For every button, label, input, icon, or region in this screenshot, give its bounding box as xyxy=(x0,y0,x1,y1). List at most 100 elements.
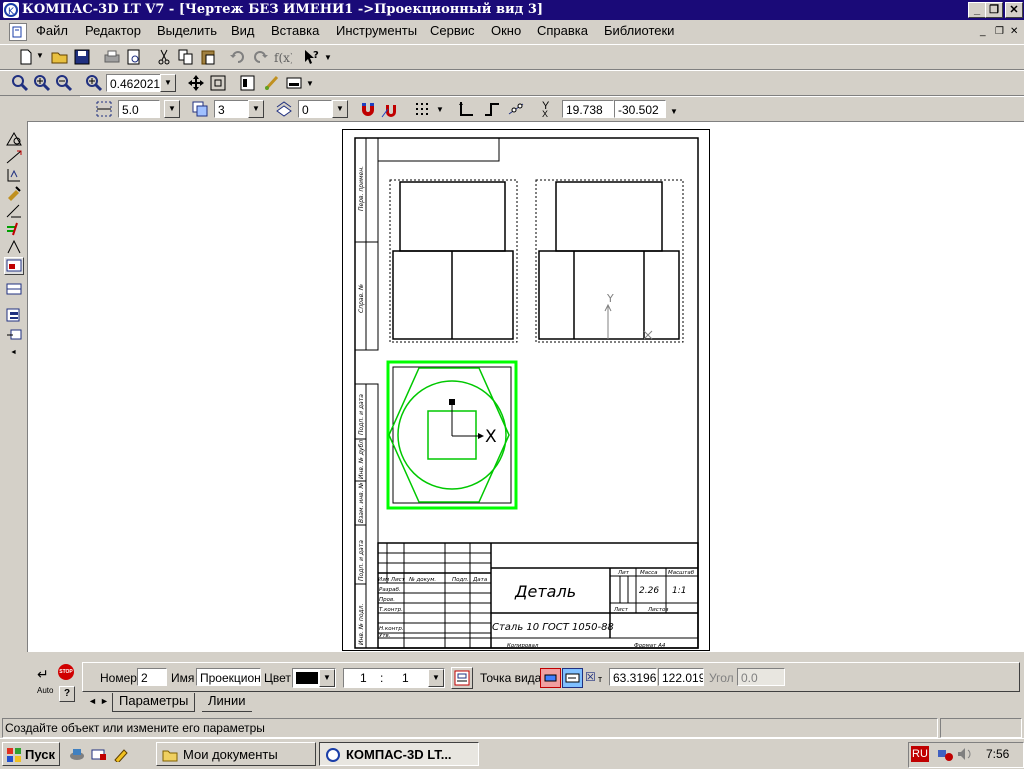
symbols-icon[interactable] xyxy=(5,167,23,183)
menu-insert[interactable]: Вставка xyxy=(271,23,319,38)
grid-icon[interactable] xyxy=(412,99,432,119)
zoom-in-icon[interactable] xyxy=(32,73,52,93)
menu-file[interactable]: Файл xyxy=(36,23,68,38)
show-all-icon[interactable] xyxy=(208,73,228,93)
zoom-input[interactable]: 0.462021 xyxy=(106,74,162,92)
minimize-button[interactable]: _ xyxy=(968,2,986,18)
quicklaunch-pencil-icon[interactable] xyxy=(112,746,130,762)
language-indicator[interactable]: RU xyxy=(911,746,929,762)
spec-icon[interactable] xyxy=(5,281,23,297)
copy-icon[interactable] xyxy=(176,47,196,67)
cut-icon[interactable] xyxy=(154,47,174,67)
tab-scroll-left-icon[interactable]: ◄ xyxy=(88,696,97,706)
report-icon[interactable] xyxy=(5,307,23,323)
close-button[interactable]: ✕ xyxy=(1005,2,1023,18)
redo-icon[interactable] xyxy=(250,47,270,67)
cursor-x-field[interactable]: 19.738 xyxy=(562,100,614,118)
new-dropdown-icon[interactable]: ▼ xyxy=(36,51,44,60)
create-object-icon[interactable]: ↵ xyxy=(37,666,49,683)
paste-icon[interactable] xyxy=(198,47,218,67)
doc-restore-button[interactable]: ❐ xyxy=(995,26,1004,37)
angle-field[interactable]: 0.0 xyxy=(737,668,785,686)
style-input[interactable]: 0 xyxy=(298,100,332,118)
view-point-x-field[interactable]: 63.3196 xyxy=(609,668,657,686)
undo-icon[interactable] xyxy=(228,47,248,67)
edit-icon[interactable] xyxy=(5,185,23,201)
layer-icon[interactable] xyxy=(190,99,210,119)
layer-input[interactable]: 3 xyxy=(214,100,250,118)
document-icon[interactable] xyxy=(9,23,27,41)
tab-scroll-right-icon[interactable]: ► xyxy=(100,696,109,706)
tb-mass[interactable]: 2.26 xyxy=(639,586,659,596)
open-folder-icon[interactable] xyxy=(50,47,70,67)
print-preview-icon[interactable] xyxy=(124,47,144,67)
auto-create-button[interactable]: Auto xyxy=(37,686,53,695)
local-snap-icon[interactable] xyxy=(380,99,400,119)
select-icon[interactable] xyxy=(5,239,23,255)
point-x-icon[interactable]: ☒ xyxy=(585,670,596,684)
view-point-y-field[interactable]: 122.019 xyxy=(658,668,704,686)
scale-dropdown-icon[interactable]: ▼ xyxy=(428,669,444,687)
function-icon[interactable]: f(x) xyxy=(272,47,292,67)
menu-libraries[interactable]: Библиотеки xyxy=(604,23,674,38)
round-coords-icon[interactable] xyxy=(506,99,526,119)
menu-select[interactable]: Выделить xyxy=(157,23,217,38)
tab-parameters[interactable]: Параметры xyxy=(112,693,196,712)
zoom-window-icon[interactable] xyxy=(10,73,30,93)
view-style-icon[interactable] xyxy=(274,99,294,119)
display-dropdown-icon[interactable]: ▼ xyxy=(306,79,314,88)
stop-button[interactable]: STOP xyxy=(58,664,74,680)
brush-icon[interactable] xyxy=(262,73,282,93)
save-icon[interactable] xyxy=(72,47,92,67)
snap-magnet-icon[interactable] xyxy=(358,99,378,119)
task-kompas[interactable]: КОМПАС-3D LT... xyxy=(319,742,479,766)
local-cs-icon[interactable] xyxy=(456,99,476,119)
zoom-scale-icon[interactable] xyxy=(84,73,104,93)
menu-tools[interactable]: Инструменты xyxy=(336,23,417,38)
display-mode-icon[interactable] xyxy=(284,73,304,93)
step-input[interactable]: 5.0 xyxy=(118,100,160,118)
refresh-view-icon[interactable] xyxy=(238,73,258,93)
ortho-icon[interactable] xyxy=(482,99,502,119)
drawing-canvas[interactable]: Перв. примен. Справ. № Подп. и дата Инв.… xyxy=(27,121,1024,652)
help-dropdown-icon[interactable]: ▼ xyxy=(324,53,332,62)
doc-minimize-button[interactable]: _ xyxy=(980,26,986,37)
color-dropdown-icon[interactable]: ▼ xyxy=(319,669,335,687)
tab-lines[interactable]: Линии xyxy=(202,693,252,712)
panel-more-icon[interactable]: ◄ xyxy=(10,349,17,356)
quicklaunch-desktop-icon[interactable] xyxy=(90,746,108,762)
zoom-dropdown-icon[interactable]: ▼ xyxy=(160,74,176,92)
tray-network-icon[interactable] xyxy=(936,746,954,762)
start-button[interactable]: Пуск xyxy=(2,742,60,766)
tray-volume-icon[interactable] xyxy=(956,746,974,762)
quicklaunch-network-icon[interactable] xyxy=(68,746,86,762)
associative-views-icon[interactable] xyxy=(4,257,24,275)
menu-view[interactable]: Вид xyxy=(231,23,255,38)
coords-dropdown-icon[interactable]: ▼ xyxy=(670,107,678,116)
parametrize-icon[interactable] xyxy=(5,203,23,219)
layer-dropdown-icon[interactable]: ▼ xyxy=(248,100,264,118)
tb-material[interactable]: Сталь 10 ГОСТ 1050-88 xyxy=(492,622,614,633)
dimensions-icon[interactable] xyxy=(5,149,23,165)
menu-service[interactable]: Сервис xyxy=(430,23,475,38)
new-file-icon[interactable] xyxy=(16,47,36,67)
point-snap-button[interactable] xyxy=(540,668,561,688)
step-dropdown-icon[interactable]: ▼ xyxy=(164,100,180,118)
tb-scale[interactable]: 1:1 xyxy=(672,586,686,596)
menu-help[interactable]: Справка xyxy=(537,23,588,38)
point-move-button[interactable] xyxy=(562,668,583,688)
pan-icon[interactable] xyxy=(186,73,206,93)
help-pointer-icon[interactable]: ? xyxy=(302,47,322,67)
doc-close-button[interactable]: ✕ xyxy=(1010,26,1018,37)
menu-window[interactable]: Окно xyxy=(491,23,521,38)
tb-part-name[interactable]: Деталь xyxy=(514,582,576,601)
view-settings-button[interactable] xyxy=(451,667,473,689)
grid-step-icon[interactable] xyxy=(94,99,114,119)
grid-dropdown-icon[interactable]: ▼ xyxy=(436,105,444,114)
kompas-app-icon[interactable]: K xyxy=(3,2,19,18)
restore-button[interactable]: ❐ xyxy=(985,2,1003,18)
menu-editor[interactable]: Редактор xyxy=(85,23,141,38)
geometry-icon[interactable] xyxy=(5,131,23,147)
measure-icon[interactable] xyxy=(5,221,23,237)
style-dropdown-icon[interactable]: ▼ xyxy=(332,100,348,118)
